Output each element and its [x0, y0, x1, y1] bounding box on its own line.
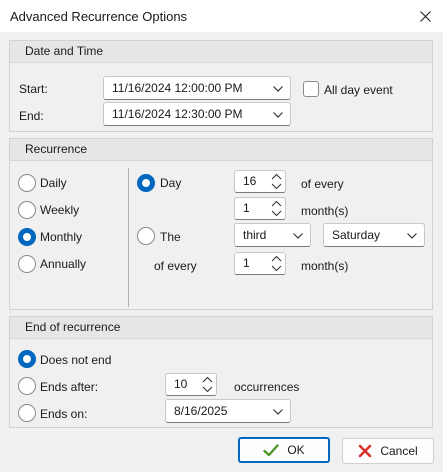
ok-button[interactable]: OK [238, 437, 330, 463]
occurrences-spinner[interactable]: 10 [165, 373, 217, 396]
recurrence-header: Recurrence [10, 139, 432, 161]
start-label: Start: [19, 82, 48, 96]
ordinal-value: third [243, 228, 267, 242]
title-bar: Advanced Recurrence Options [0, 0, 443, 32]
cancel-x-icon [358, 444, 372, 458]
date-time-header: Date and Time [10, 41, 432, 63]
end-label: End: [19, 109, 44, 123]
window-title: Advanced Recurrence Options [10, 9, 188, 24]
recurrence-group: Recurrence Daily Weekly Monthly Annually… [9, 138, 433, 310]
ends-on-value: 8/16/2025 [174, 404, 228, 418]
end-datetime-value: 11/16/2024 12:30:00 PM [112, 107, 243, 121]
day-number-spinner[interactable]: 16 [234, 170, 286, 193]
ends-on-label[interactable]: Ends on: [40, 407, 87, 421]
spin-arrows-icon[interactable] [271, 173, 282, 190]
occurrences-value: 10 [174, 377, 188, 391]
ok-label: OK [287, 443, 305, 457]
annually-label[interactable]: Annually [40, 257, 86, 271]
the-months-value: 1 [243, 256, 250, 270]
end-of-recurrence-header: End of recurrence [10, 317, 432, 339]
end-datetime-picker[interactable]: 11/16/2024 12:30:00 PM [103, 102, 291, 126]
day-option-label[interactable]: Day [160, 176, 181, 190]
radio-monthly[interactable] [18, 228, 36, 246]
ends-after-label[interactable]: Ends after: [40, 380, 98, 394]
radio-daily[interactable] [18, 174, 36, 192]
weekday-select[interactable]: Saturday [323, 223, 425, 247]
date-time-group: Date and Time Start: 11/16/2024 12:00:00… [9, 40, 433, 132]
cancel-button[interactable]: Cancel [342, 438, 434, 464]
radio-annually[interactable] [18, 255, 36, 273]
end-of-recurrence-group: End of recurrence Does not end Ends afte… [9, 316, 433, 428]
weekday-value: Saturday [332, 228, 381, 242]
spin-arrows-icon[interactable] [271, 255, 282, 272]
cancel-label: Cancel [380, 444, 418, 458]
day-months-spinner[interactable]: 1 [234, 197, 286, 220]
pattern-divider [128, 168, 129, 307]
day-number-value: 16 [243, 174, 257, 188]
chevron-down-icon [273, 409, 283, 415]
ordinal-select[interactable]: third [234, 223, 311, 247]
chevron-down-icon [273, 86, 283, 92]
radio-day-option[interactable] [137, 174, 155, 192]
start-datetime-picker[interactable]: 11/16/2024 12:00:00 PM [103, 76, 291, 100]
the-months-label: month(s) [301, 259, 349, 273]
spin-arrows-icon[interactable] [202, 376, 213, 393]
the-of-every-label: of every [154, 259, 197, 273]
radio-weekly[interactable] [18, 201, 36, 219]
close-button[interactable] [407, 0, 443, 32]
occurrences-label: occurrences [234, 380, 300, 394]
the-option-label[interactable]: The [160, 230, 181, 244]
radio-the-option[interactable] [137, 227, 155, 245]
chevron-down-icon [407, 233, 417, 239]
close-icon [419, 10, 431, 22]
day-months-label: month(s) [301, 204, 349, 218]
radio-ends-after[interactable] [18, 377, 36, 395]
checkmark-icon [263, 443, 280, 457]
ends-on-date-picker[interactable]: 8/16/2025 [165, 399, 291, 423]
the-months-spinner[interactable]: 1 [234, 252, 286, 275]
chevron-down-icon [293, 233, 303, 239]
all-day-checkbox[interactable] [303, 81, 319, 97]
weekly-label[interactable]: Weekly [40, 203, 79, 217]
day-months-value: 1 [243, 201, 250, 215]
does-not-end-label[interactable]: Does not end [40, 353, 111, 367]
radio-ends-on[interactable] [18, 404, 36, 422]
monthly-label[interactable]: Monthly [40, 230, 82, 244]
all-day-label[interactable]: All day event [324, 83, 393, 97]
spin-arrows-icon[interactable] [271, 200, 282, 217]
radio-does-not-end[interactable] [18, 350, 36, 368]
day-of-every-label: of every [301, 177, 344, 191]
daily-label[interactable]: Daily [40, 176, 67, 190]
chevron-down-icon [273, 112, 283, 118]
start-datetime-value: 11/16/2024 12:00:00 PM [112, 81, 243, 95]
